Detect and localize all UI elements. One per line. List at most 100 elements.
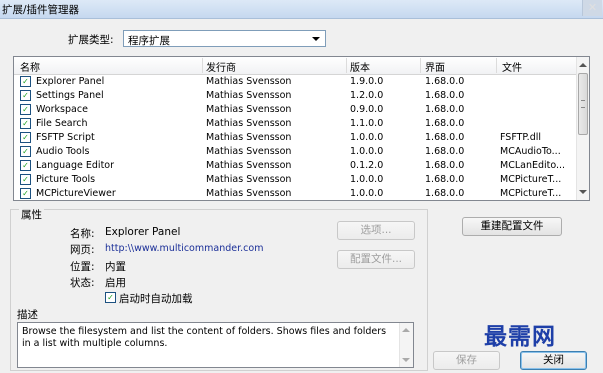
list-rows: ✓ Explorer Panel Mathias Svensson 1.9.0.… <box>14 75 576 200</box>
rebuild-config-button[interactable]: 重建配置文件 <box>462 217 562 236</box>
table-row[interactable]: ✓ Audio Tools Mathias Svensson 1.0.0.0 1… <box>14 145 576 159</box>
row-ui: 1.68.0.0 <box>425 76 465 87</box>
table-row[interactable]: ✓ Settings Panel Mathias Svensson 1.2.0.… <box>14 89 576 103</box>
row-version: 1.0.0.0 <box>350 146 384 157</box>
enable-checkbox[interactable]: ✓ <box>20 104 31 115</box>
options-button[interactable]: 选项... <box>337 221 415 240</box>
column-header-name[interactable]: 名称 <box>20 59 40 74</box>
row-publisher: Mathias Svensson <box>206 188 292 199</box>
row-publisher: Mathias Svensson <box>206 104 292 115</box>
enable-checkbox[interactable]: ✓ <box>20 132 31 143</box>
status-value: 启用 <box>105 277 126 289</box>
extension-type-dropdown[interactable]: 程序扩展 <box>123 30 326 47</box>
table-row[interactable]: ✓ Language Editor Mathias Svensson 0.1.2… <box>14 159 576 173</box>
column-header-ui[interactable]: 界面 <box>425 59 445 74</box>
table-row[interactable]: ✓ Explorer Panel Mathias Svensson 1.9.0.… <box>14 75 576 89</box>
row-name: MCPictureViewer <box>36 188 116 199</box>
row-version: 1.0.0.0 <box>350 174 384 185</box>
name-value: Explorer Panel <box>105 226 181 238</box>
extension-type-value: 程序扩展 <box>128 35 170 47</box>
column-header-version[interactable]: 版本 <box>350 59 370 74</box>
watermark-logo: 最需网 <box>484 323 556 350</box>
web-label: 网页: <box>70 244 95 256</box>
row-name: Explorer Panel <box>36 76 105 87</box>
enable-checkbox[interactable]: ✓ <box>20 174 31 185</box>
table-row[interactable]: ✓ Picture Tools Mathias Svensson 1.0.0.0… <box>14 173 576 187</box>
row-publisher: Mathias Svensson <box>206 76 292 87</box>
enable-checkbox[interactable]: ✓ <box>20 76 31 87</box>
extensions-list[interactable]: 名称 发行商 版本 界面 文件 ✓ Explorer Panel Mathias… <box>13 56 590 201</box>
description-box[interactable]: Browse the filesystem and list the conte… <box>17 322 414 368</box>
status-label: 状态: <box>70 277 95 289</box>
config-file-button[interactable]: 配置文件... <box>337 250 415 269</box>
extension-type-label: 扩展类型: <box>68 34 114 46</box>
row-file: MCLanEdito... <box>500 160 566 171</box>
enable-checkbox[interactable]: ✓ <box>20 118 31 129</box>
row-name: Workspace <box>36 104 88 115</box>
row-name: Language Editor <box>36 160 115 171</box>
properties-label: 属性 <box>19 207 44 222</box>
list-scrollbar[interactable] <box>576 57 589 200</box>
column-divider[interactable] <box>420 58 421 73</box>
column-header-publisher[interactable]: 发行商 <box>206 59 236 74</box>
web-link[interactable]: http:\\www.multicommander.com <box>105 243 263 254</box>
row-name: File Search <box>36 118 88 129</box>
row-publisher: Mathias Svensson <box>206 146 292 157</box>
row-version: 1.2.0.0 <box>350 90 384 101</box>
enable-checkbox[interactable]: ✓ <box>20 146 31 157</box>
row-file: FSFTP.dll <box>500 132 542 143</box>
row-ui: 1.68.0.0 <box>425 118 465 129</box>
list-header: 名称 发行商 版本 界面 文件 <box>14 57 576 75</box>
row-publisher: Mathias Svensson <box>206 118 292 129</box>
column-divider[interactable] <box>496 58 497 73</box>
save-button[interactable]: 保存 <box>433 351 500 370</box>
window-close-icon[interactable]: ✕ <box>582 0 602 16</box>
row-ui: 1.68.0.0 <box>425 146 465 157</box>
row-ui: 1.68.0.0 <box>425 132 465 143</box>
description-text: Browse the filesystem and list the conte… <box>22 326 387 349</box>
close-button[interactable]: 关闭 <box>520 351 587 370</box>
scroll-down-icon[interactable] <box>402 358 410 362</box>
row-name: FSFTP Script <box>36 132 95 143</box>
description-label: 描述 <box>17 309 38 321</box>
row-file: MCPictureT... <box>500 188 562 199</box>
chevron-down-icon[interactable] <box>312 37 320 41</box>
enable-checkbox[interactable]: ✓ <box>20 90 31 101</box>
row-ui: 1.68.0.0 <box>425 104 465 115</box>
row-ui: 1.68.0.0 <box>425 188 465 199</box>
column-header-file[interactable]: 文件 <box>502 59 522 74</box>
table-row[interactable]: ✓ FSFTP Script Mathias Svensson 1.0.0.0 … <box>14 131 576 145</box>
row-version: 1.0.0.0 <box>350 132 384 143</box>
row-ui: 1.68.0.0 <box>425 90 465 101</box>
location-value: 内置 <box>105 261 126 273</box>
row-version: 1.0.0.0 <box>350 188 384 199</box>
window-title: 扩展/插件管理器 <box>2 4 80 16</box>
description-scrollbar[interactable] <box>399 323 413 367</box>
row-publisher: Mathias Svensson <box>206 90 292 101</box>
scroll-thumb[interactable] <box>578 73 588 135</box>
row-name: Audio Tools <box>36 146 90 157</box>
table-row[interactable]: ✓ MCPictureViewer Mathias Svensson 1.0.0… <box>14 187 576 200</box>
row-version: 0.9.0.0 <box>350 104 384 115</box>
row-name: Settings Panel <box>36 90 104 101</box>
autoload-checkbox[interactable]: ✓ <box>105 292 116 303</box>
scroll-down-icon[interactable] <box>579 190 587 194</box>
scroll-up-icon[interactable] <box>402 328 410 332</box>
name-label: 名称: <box>70 228 95 240</box>
scroll-up-icon[interactable] <box>579 63 587 67</box>
location-label: 位置: <box>70 261 95 273</box>
table-row[interactable]: ✓ File Search Mathias Svensson 1.1.0.0 1… <box>14 117 576 131</box>
title-bar: 扩展/插件管理器 ✕ <box>0 0 603 19</box>
row-version: 0.1.2.0 <box>350 160 384 171</box>
row-name: Picture Tools <box>36 174 96 185</box>
row-file: MCAudioTo... <box>500 146 561 157</box>
table-row[interactable]: ✓ Workspace Mathias Svensson 0.9.0.0 1.6… <box>14 103 576 117</box>
autoload-label: 启动时自动加载 <box>119 293 193 305</box>
row-version: 1.9.0.0 <box>350 76 384 87</box>
column-divider[interactable] <box>202 58 203 73</box>
column-divider[interactable] <box>346 58 347 73</box>
row-publisher: Mathias Svensson <box>206 160 292 171</box>
enable-checkbox[interactable]: ✓ <box>20 160 31 171</box>
enable-checkbox[interactable]: ✓ <box>20 188 31 199</box>
row-ui: 1.68.0.0 <box>425 160 465 171</box>
